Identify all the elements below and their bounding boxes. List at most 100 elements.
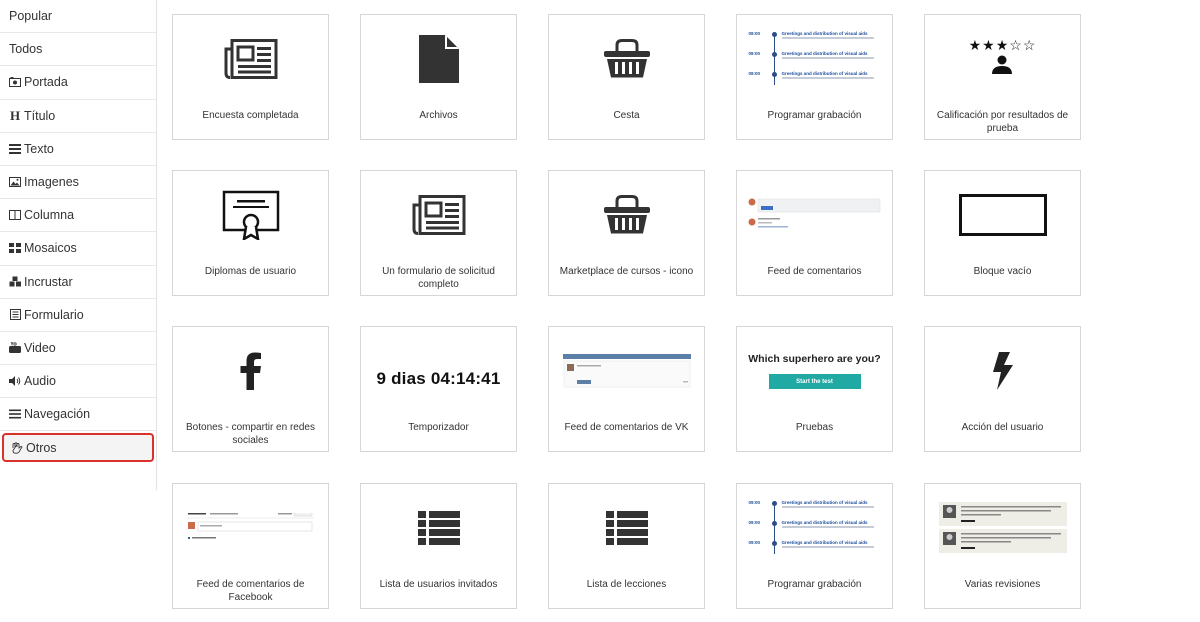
block-card-marketplace[interactable]: Marketplace de cursos - icono	[548, 170, 705, 296]
sidebar-item-titulo[interactable]: H Título	[0, 100, 156, 133]
block-card-label: Archivos	[419, 110, 458, 121]
columns-icon	[8, 209, 22, 221]
sidebar-item-label: Texto	[24, 141, 54, 156]
sidebar-item-navegacion[interactable]: Navegación	[0, 398, 156, 432]
sidebar-item-label: Formulario	[24, 307, 84, 322]
sidebar-item-label: Todos	[9, 42, 43, 57]
block-card-varias-revisiones[interactable]: Varias revisiones	[924, 483, 1081, 609]
lightning-icon	[992, 352, 1013, 390]
block-card-label: Feed de comentarios de Facebook	[196, 579, 305, 603]
block-card-formulario-solicitud[interactable]: Un formulario de solicitud completo	[360, 170, 517, 296]
block-card-label: Calificación por resultados de prueba	[936, 110, 1069, 134]
stars-user-icon: ★★★☆☆	[969, 38, 1037, 80]
block-card-botones-compartir[interactable]: Botones - compartir en redes sociales	[172, 326, 329, 452]
text-lines-icon	[8, 143, 22, 155]
block-card-label: Programar grabación	[767, 110, 862, 121]
list-icon	[605, 511, 648, 545]
block-card-label: Acción del usuario	[961, 422, 1044, 433]
block-card-bloque-vacio[interactable]: Bloque vacío	[924, 170, 1081, 296]
sidebar-item-columna[interactable]: Columna	[0, 199, 156, 233]
block-card-calificacion[interactable]: ★★★☆☆ Calificación por resultados de pru…	[924, 14, 1081, 140]
block-card-label: Temporizador	[408, 422, 469, 433]
block-card-label: Varias revisiones	[964, 579, 1041, 590]
block-card-label: Marketplace de cursos - icono	[559, 266, 694, 277]
sidebar-item-label: Portada	[24, 75, 68, 90]
block-card-feed-vk[interactable]: Feed de comentarios de VK	[548, 326, 705, 452]
block-card-label: Feed de comentarios de VK	[564, 422, 689, 433]
sidebar-item-label: Video	[24, 340, 56, 355]
block-card-label: Botones - compartir en redes sociales	[186, 422, 315, 446]
block-card-label: Diplomas de usuario	[204, 266, 297, 277]
block-card-label: Encuesta completada	[202, 110, 299, 121]
block-card-label: Lista de usuarios invitados	[379, 579, 498, 590]
block-card-lista-lecciones[interactable]: Lista de lecciones	[548, 483, 705, 609]
sidebar-item-formulario[interactable]: Formulario	[0, 299, 156, 332]
block-card-programar-grabacion-2[interactable]: 09:00 Greetings and distribution of visua…	[736, 483, 893, 609]
quiz-start-button: Start the test	[768, 374, 861, 389]
block-card-pruebas[interactable]: Which superhero are you? Start the test …	[736, 326, 893, 452]
timeline-preview: 09:00 Greetings and distribution of visua…	[749, 31, 881, 87]
camera-icon	[8, 76, 22, 88]
block-card-label: Bloque vacío	[973, 266, 1032, 277]
comments-preview	[748, 198, 880, 228]
block-card-cesta[interactable]: Cesta	[548, 14, 705, 140]
facebook-icon	[240, 352, 261, 390]
tiles-icon	[8, 242, 22, 254]
sidebar-item-mosaicos[interactable]: Mosaicos	[0, 232, 156, 266]
vk-comments-preview	[562, 354, 691, 388]
reviews-preview	[938, 502, 1067, 553]
image-icon	[8, 176, 22, 188]
sidebar-item-imagenes[interactable]: Imagenes	[0, 166, 156, 200]
block-card-label: Programar grabación	[767, 579, 862, 590]
block-card-programar-grabacion[interactable]: 09:00 Greetings and distribution of visua…	[736, 14, 893, 140]
sidebar-item-label: Incrustar	[24, 274, 73, 289]
sidebar-item-otros[interactable]: Otros	[2, 433, 154, 463]
block-card-label: Pruebas	[795, 422, 834, 433]
timeline-preview: 09:00 Greetings and distribution of visua…	[749, 500, 881, 556]
block-card-label: Un formulario de solicitud completo	[382, 266, 495, 290]
sidebar-item-incrustar[interactable]: Incrustar	[0, 266, 156, 299]
sidebar-item-video[interactable]: Video	[0, 332, 156, 366]
menu-icon	[8, 408, 22, 420]
fb-comments-preview	[187, 513, 314, 539]
sidebar-item-label: Mosaicos	[24, 241, 77, 256]
sidebar-item-label: Imagenes	[24, 175, 79, 190]
block-card-diplomas[interactable]: Diplomas de usuario	[172, 170, 329, 296]
empty-block	[958, 194, 1047, 236]
category-sidebar: Popular Todos Portada H Título Texto Ima…	[0, 0, 157, 490]
block-card-temporizador[interactable]: 9 dias 04:14:41 Temporizador	[360, 326, 517, 452]
sidebar-item-texto[interactable]: Texto	[0, 133, 156, 166]
list-icon	[417, 511, 460, 545]
hand-icon	[10, 442, 24, 454]
sidebar-item-todos[interactable]: Todos	[0, 33, 156, 67]
speaker-icon	[8, 375, 22, 387]
block-card-lista-usuarios[interactable]: Lista de usuarios invitados	[360, 483, 517, 609]
newspaper-icon	[224, 39, 277, 79]
youtube-icon	[8, 342, 22, 354]
file-icon	[418, 35, 459, 83]
block-card-feed-facebook[interactable]: Feed de comentarios de Facebook	[172, 483, 329, 609]
cubes-icon	[8, 276, 22, 288]
basket-icon	[603, 195, 650, 234]
timer-text: 9 dias 04:14:41	[376, 369, 501, 388]
certificate-icon	[222, 190, 279, 240]
sidebar-item-label: Título	[24, 108, 56, 123]
basket-icon	[603, 39, 650, 78]
block-card-label: Cesta	[613, 110, 640, 121]
block-card-label: Feed de comentarios	[767, 266, 862, 277]
heading-icon: H	[9, 107, 21, 123]
block-card-encuesta-completada[interactable]: Encuesta completada	[172, 14, 329, 140]
form-icon	[8, 309, 22, 321]
block-card-accion-usuario[interactable]: Acción del usuario	[924, 326, 1081, 452]
block-card-label: Lista de lecciones	[586, 579, 667, 590]
block-card-archivos[interactable]: Archivos	[360, 14, 517, 140]
quiz-title: Which superhero are you?	[748, 353, 881, 365]
sidebar-item-portada[interactable]: Portada	[0, 66, 156, 100]
sidebar-item-audio[interactable]: Audio	[0, 365, 156, 399]
newspaper-icon	[412, 195, 465, 235]
sidebar-item-popular[interactable]: Popular	[0, 0, 156, 34]
sidebar-item-label: Popular	[9, 9, 53, 24]
sidebar-item-label: Otros	[26, 440, 57, 455]
sidebar-item-label: Navegación	[24, 407, 91, 422]
block-card-feed-comentarios[interactable]: Feed de comentarios	[736, 170, 893, 296]
